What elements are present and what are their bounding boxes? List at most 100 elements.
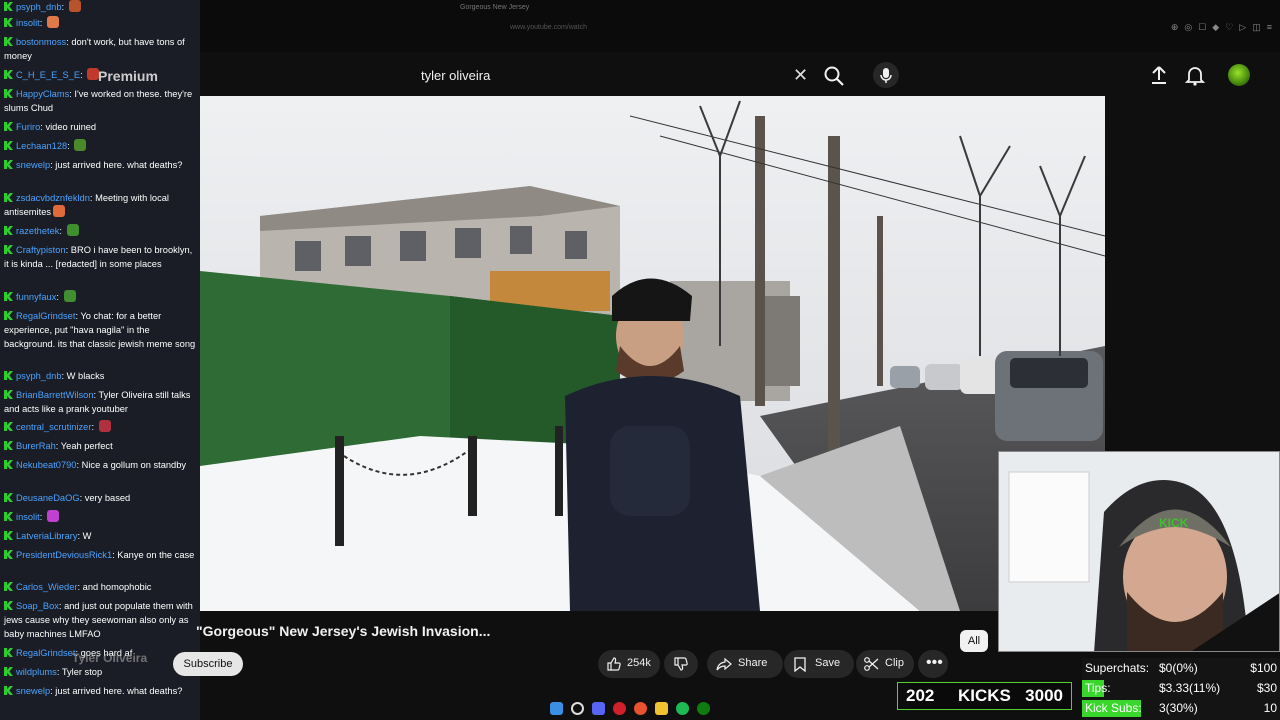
goal-target: $30 [1256, 681, 1277, 695]
chat-emote-icon [74, 139, 87, 151]
thumbs-up-icon [607, 657, 621, 671]
browser-tab-title[interactable]: Gorgeous New Jersey [460, 4, 529, 11]
subscribe-button[interactable]: Subscribe [173, 652, 243, 676]
bookmark-icon[interactable]: ☐ [1198, 22, 1206, 33]
share-button[interactable]: Share [707, 650, 783, 678]
address-bar[interactable]: www.youtube.com/watch [510, 24, 587, 31]
kick-badge-icon [4, 160, 13, 169]
search-icon[interactable] [822, 64, 846, 88]
chat-username[interactable]: wildplums [16, 667, 57, 677]
clear-search-icon[interactable]: ✕ [793, 65, 808, 86]
chat-message: Furiro: video ruined [4, 120, 196, 134]
chat-text: video ruined [45, 122, 97, 132]
chat-username[interactable]: RegalGrindset [16, 311, 75, 321]
spotify-icon[interactable] [676, 701, 689, 715]
kick-badge-icon [4, 226, 13, 235]
kick-badge-icon [4, 422, 13, 431]
more-actions-button[interactable]: ••• [918, 650, 948, 678]
chat-username[interactable]: snewelp [16, 686, 50, 696]
channel-name[interactable]: Tyler Oliveira [72, 651, 147, 665]
account-avatar[interactable] [1228, 64, 1250, 86]
video-player[interactable] [200, 96, 1105, 611]
chat-emote-icon [53, 205, 66, 217]
chat-message: snewelp: just arrived here. what deaths? [4, 158, 196, 172]
discord-icon[interactable] [592, 701, 605, 715]
chat-username[interactable]: psyph_dnb [16, 2, 62, 12]
chat-username[interactable]: Lechaan128 [16, 141, 67, 151]
chat-username[interactable]: snewelp [16, 160, 50, 170]
windows-start-icon[interactable] [550, 701, 563, 715]
notifications-bell-icon[interactable] [1184, 64, 1206, 86]
file-explorer-icon[interactable] [655, 701, 668, 715]
youtube-premium-logo[interactable]: Premium [98, 68, 158, 84]
filter-chip-all[interactable]: All [960, 630, 988, 652]
stream-chat: psyph_dnb: insolit: bostonmoss: don't wo… [0, 0, 200, 720]
chat-username[interactable]: BurerRah [16, 441, 56, 451]
kick-badge-icon [4, 371, 13, 380]
like-button[interactable]: 254k [598, 650, 660, 678]
browser-extension-icons[interactable]: ⊕ ◎ ☐ ◆ ♡ ▷ ◫ ≡ [1171, 22, 1272, 33]
chat-message: Soap_Box: and just out populate them wit… [4, 601, 193, 639]
chat-username[interactable]: Furiro [16, 122, 40, 132]
chat-message: DeusaneDaOG: very based [4, 491, 196, 505]
chat-message: psyph_dnb: W blacks [4, 369, 196, 383]
browser-toolbar: Gorgeous New Jersey www.youtube.com/watc… [200, 0, 1280, 52]
xbox-icon[interactable] [697, 701, 710, 715]
taskbar-search-icon[interactable] [571, 701, 584, 715]
chat-username[interactable]: insolit [16, 18, 40, 28]
chat-text: Tyler stop [61, 667, 103, 677]
chat-username[interactable]: Soap_Box [16, 601, 59, 611]
chat-username[interactable]: PresidentDeviousRick1 [16, 550, 112, 560]
chat-username[interactable]: HappyClams [16, 89, 69, 99]
search-input[interactable]: tyler oliveira ✕ [410, 60, 820, 92]
chat-message: BrianBarrettWilson: Tyler Oliveira still… [4, 390, 191, 414]
chat-username[interactable]: insolit [16, 512, 40, 522]
kick-badge-icon [4, 390, 13, 399]
chat-username[interactable]: LatveriaLibrary [16, 531, 78, 541]
play-icon[interactable]: ▷ [1239, 22, 1246, 33]
kick-badge-icon [4, 686, 13, 695]
heart-icon[interactable]: ♡ [1225, 22, 1233, 33]
chat-username[interactable]: C_H_E_E_S_E [16, 70, 80, 80]
video-frame [200, 96, 1105, 611]
chat-username[interactable]: bostonmoss [16, 37, 66, 47]
chat-username[interactable]: razethetek [16, 226, 59, 236]
chat-username[interactable]: Nekubeat0790 [16, 460, 76, 470]
menu-icon[interactable]: ≡ [1267, 22, 1272, 33]
chat-emote-icon [98, 420, 111, 432]
cast-icon[interactable]: ◫ [1252, 22, 1261, 33]
shield-icon[interactable]: ◆ [1212, 22, 1219, 33]
chat-username[interactable]: psyph_dnb [16, 371, 62, 381]
chat-username[interactable]: Craftypiston [16, 245, 66, 255]
chat-text: Yeah perfect [60, 441, 113, 451]
kick-badge-icon [4, 582, 13, 591]
chat-emote-icon [66, 224, 79, 236]
chat-message: psyph_dnb: [4, 0, 196, 14]
microphone-button[interactable] [873, 62, 899, 88]
goal-label: Superchats: [1085, 661, 1150, 675]
share-icon [716, 657, 732, 671]
extension-icon[interactable]: ◎ [1184, 22, 1192, 33]
scissors-icon [864, 657, 879, 671]
chrome-icon[interactable] [634, 701, 647, 715]
bookmark-save-icon [794, 657, 806, 672]
opera-icon[interactable] [613, 701, 626, 715]
chat-username[interactable]: central_scrutinizer [16, 422, 91, 432]
chat-username[interactable]: funnyfaux [16, 292, 56, 302]
upload-icon[interactable] [1148, 64, 1170, 86]
goal-value: $0(0%) [1159, 661, 1198, 675]
clip-button[interactable]: Clip [856, 650, 914, 678]
search-query[interactable]: tyler oliveira [421, 68, 490, 83]
chat-username[interactable]: RegalGrindset [16, 648, 75, 658]
chat-username[interactable]: zsdacvbdznfekldn [16, 193, 90, 203]
zoom-icon[interactable]: ⊕ [1171, 22, 1179, 33]
like-count: 254k [627, 657, 651, 669]
chat-username[interactable]: BrianBarrettWilson [16, 390, 94, 400]
kick-badge-icon [4, 141, 13, 150]
chat-username[interactable]: Carlos_Wieder [16, 582, 77, 592]
kicks-goal-bar: 202 KICKS 3000 [897, 682, 1072, 710]
chat-username[interactable]: DeusaneDaOG [16, 493, 80, 503]
kick-badge-icon [4, 601, 13, 610]
save-button[interactable]: Save [784, 650, 854, 678]
dislike-button[interactable] [664, 650, 698, 678]
